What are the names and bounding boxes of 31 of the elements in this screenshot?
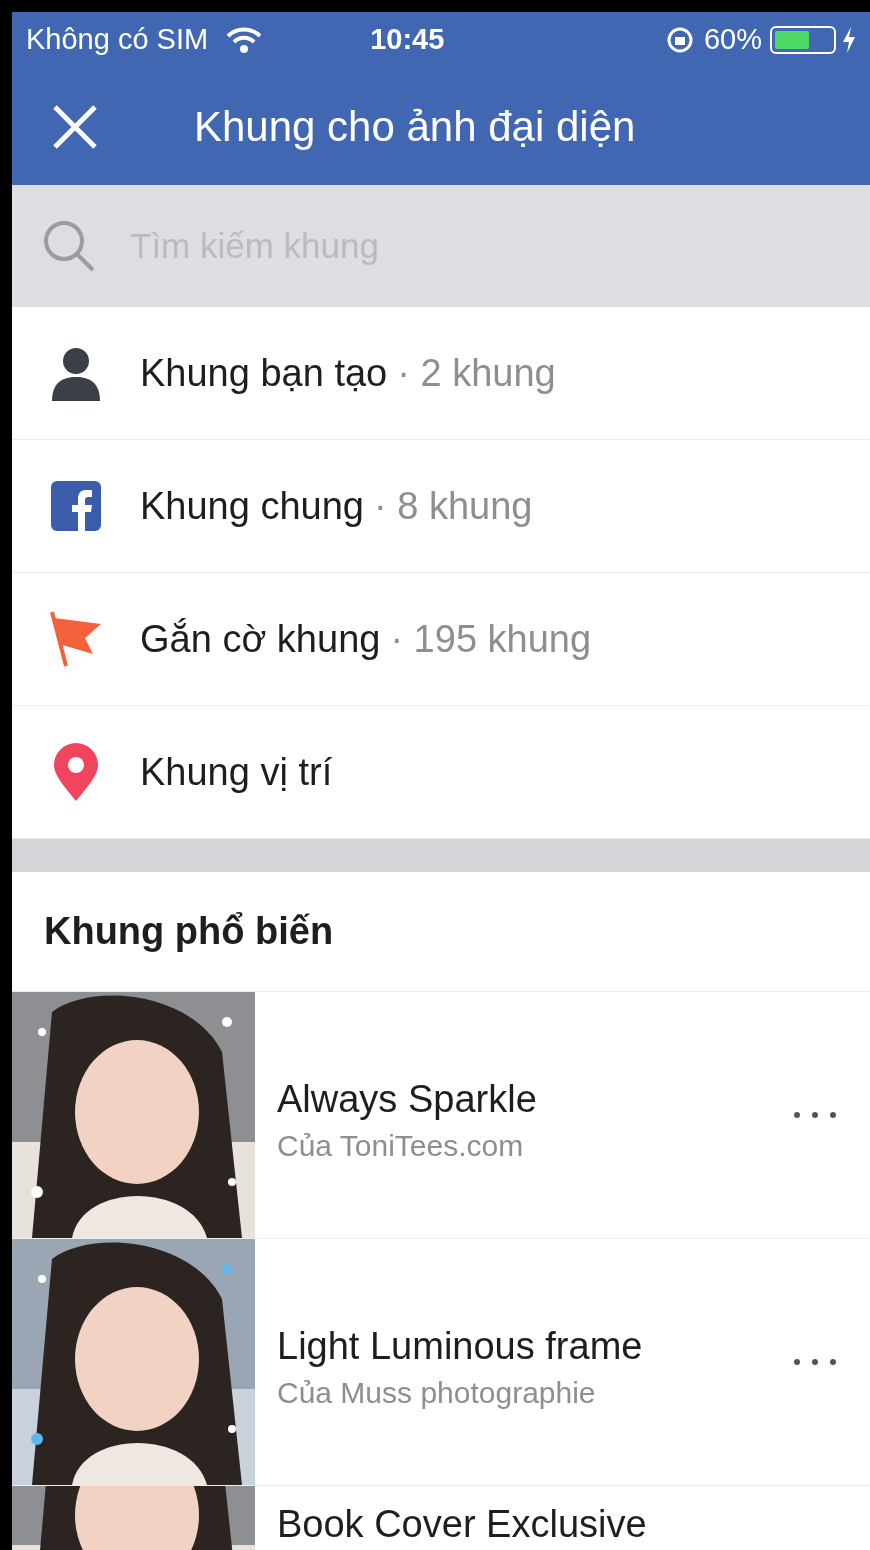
screen-title: Khung cho ảnh đại diện — [194, 102, 636, 152]
frame-count: · 8 khung — [374, 483, 533, 529]
location-pin-icon — [53, 743, 99, 801]
search-icon — [42, 219, 96, 273]
orientation-lock-icon — [665, 26, 694, 54]
category-name: Khung vị trí — [140, 749, 333, 795]
more-icon — [793, 1111, 837, 1119]
frame-count: · 195 khung — [390, 616, 592, 662]
category-name: Khung chung — [140, 483, 364, 529]
frame-author: Của ToniTees.com — [277, 1127, 525, 1164]
frame-author: Của Muss photographie — [277, 1374, 597, 1411]
frame-title: Always Sparkle — [277, 1076, 538, 1122]
category-name: Khung bạn tạo — [140, 350, 388, 396]
facebook-logo-icon — [51, 481, 101, 531]
close-icon — [52, 103, 98, 150]
battery-percent-text: 60% — [703, 22, 762, 58]
frame-row[interactable]: Book Cover Exclusive — [12, 1486, 870, 1550]
charging-icon — [842, 27, 856, 53]
battery-icon — [770, 26, 836, 54]
category-name: Gắn cờ khung — [140, 616, 381, 662]
person-icon — [50, 345, 102, 401]
frame-count: · 2 khung — [397, 350, 556, 396]
more-icon — [793, 1358, 837, 1366]
flag-icon — [49, 610, 103, 668]
frame-title: Book Cover Exclusive — [277, 1502, 648, 1547]
carrier-text: Không có SIM — [26, 22, 209, 58]
section-title: Khung phổ biến — [44, 909, 334, 954]
frame-row[interactable]: Always Sparkle Của ToniTees.com — [12, 992, 870, 1239]
frame-title: Light Luminous frame — [277, 1323, 644, 1369]
clock-text: 10:45 — [370, 22, 445, 58]
wifi-icon — [226, 27, 263, 53]
